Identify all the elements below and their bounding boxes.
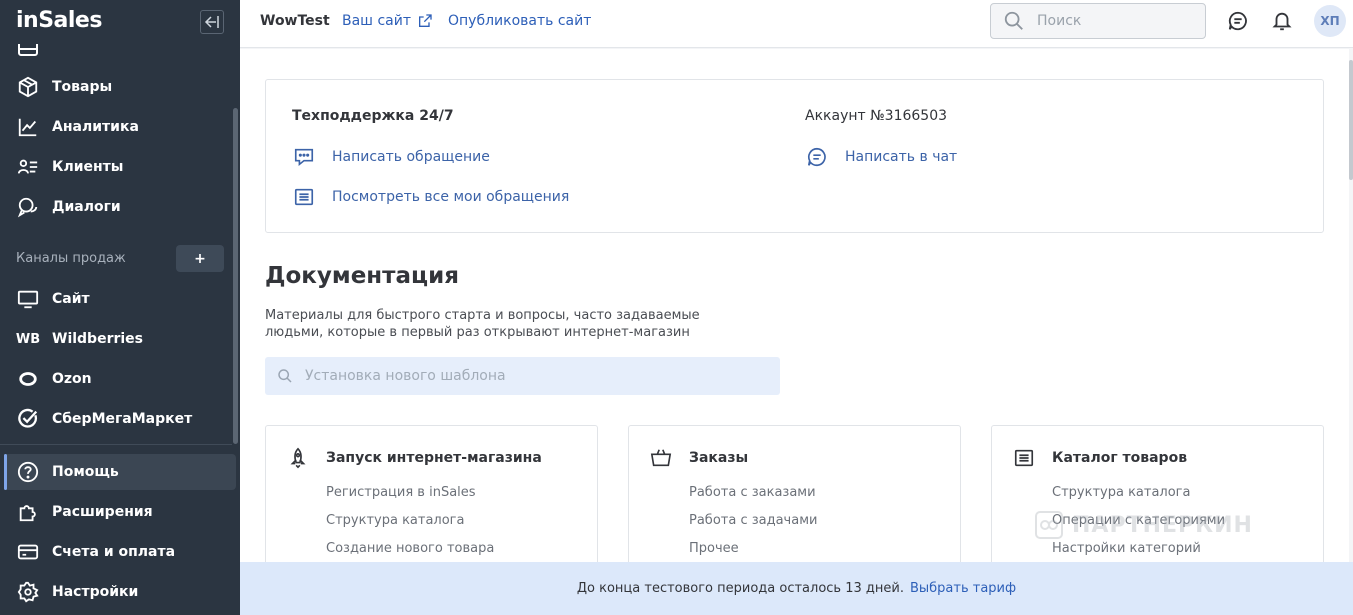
monitor-icon	[16, 287, 40, 311]
sidebar-item-dialogs[interactable]: Диалоги	[4, 189, 236, 225]
sidebar-scrollbar[interactable]	[233, 108, 238, 444]
your-site-label: Ваш сайт	[342, 13, 411, 29]
category-link[interactable]: Регистрация в inSales	[326, 485, 476, 500]
write-chat-link[interactable]: Написать в чат	[805, 145, 957, 169]
support-title: Техподдержка 24/7	[292, 108, 454, 124]
sidebar-item-label: Диалоги	[52, 199, 121, 215]
help-circle-icon	[16, 460, 40, 484]
sidebar-item-label: Аналитика	[52, 119, 139, 135]
category-title: Каталог товаров	[1052, 450, 1188, 466]
documentation-search[interactable]	[265, 357, 780, 395]
users-list-icon	[16, 155, 40, 179]
global-search[interactable]	[990, 3, 1206, 39]
sidebar-item-products[interactable]: Товары	[4, 69, 236, 105]
support-card: Техподдержка 24/7 Аккаунт №3166503 Напис…	[265, 79, 1324, 233]
puzzle-icon	[16, 500, 40, 524]
sidebar-item-label: Wildberries	[52, 331, 144, 347]
wildberries-icon: WB	[15, 331, 41, 347]
sidebar: inSales Товары Аналитика Клиенты Диалоги	[0, 0, 240, 615]
chart-line-icon	[16, 115, 40, 139]
sidebar-item-settings[interactable]: Настройки	[4, 574, 236, 610]
message-dots-icon	[292, 145, 316, 169]
view-tickets-link[interactable]: Посмотреть все мои обращения	[292, 185, 569, 209]
list-icon	[1012, 446, 1036, 470]
trial-banner: До конца тестового периода осталось 13 д…	[240, 562, 1353, 615]
sales-channels-label: Каналы продаж	[16, 251, 126, 266]
write-ticket-label: Написать обращение	[332, 149, 490, 165]
sidebar-item-label: Сайт	[52, 291, 90, 307]
sidebar-partial-item	[16, 44, 40, 56]
sidebar-item-wildberries[interactable]: WB Wildberries	[4, 321, 236, 357]
sidebar-item-label: СберМегаМаркет	[52, 411, 193, 427]
sidebar-item-ozon[interactable]: Ozon	[4, 361, 236, 397]
category-link[interactable]: Настройки категорий	[1052, 541, 1201, 556]
sidebar-item-label: Настройки	[52, 584, 139, 600]
sidebar-item-billing[interactable]: Счета и оплата	[4, 534, 236, 570]
sidebar-item-label: Помощь	[52, 464, 119, 480]
choose-plan-link[interactable]: Выбрать тариф	[910, 581, 1016, 596]
top-bar: WowTest Ваш сайт Опубликовать сайт ХП	[240, 0, 1353, 48]
sidebar-divider	[0, 444, 232, 445]
write-chat-label: Написать в чат	[845, 149, 958, 165]
sidebar-item-label: Ozon	[52, 371, 92, 387]
ozon-icon	[16, 367, 40, 391]
add-channel-button[interactable]: +	[176, 245, 224, 272]
category-link[interactable]: Структура каталога	[326, 513, 464, 528]
sidebar-item-extensions[interactable]: Расширения	[4, 494, 236, 530]
sidebar-item-clients[interactable]: Клиенты	[4, 149, 236, 185]
chat-circle-icon	[805, 145, 829, 169]
account-number: Аккаунт №3166503	[805, 108, 948, 124]
sidebar-item-sbermegamarket[interactable]: СберМегаМаркет	[4, 401, 236, 437]
rocket-icon	[286, 446, 310, 470]
watermark-logo-icon	[1034, 510, 1064, 540]
credit-card-icon	[16, 540, 40, 564]
main-scrollbar[interactable]	[1349, 60, 1353, 180]
view-tickets-label: Посмотреть все мои обращения	[332, 189, 570, 205]
your-site-link[interactable]: Ваш сайт	[342, 13, 433, 29]
category-title: Заказы	[689, 450, 749, 466]
search-icon	[1003, 10, 1025, 32]
write-ticket-link[interactable]: Написать обращение	[292, 145, 490, 169]
documentation-title: Документация	[265, 263, 459, 289]
search-icon	[277, 368, 293, 384]
messages-button[interactable]	[1226, 9, 1250, 33]
documentation-description: Материалы для быстрого старта и вопросы,…	[265, 308, 700, 340]
sidebar-item-site[interactable]: Сайт	[4, 281, 236, 317]
category-link[interactable]: Работа с заказами	[689, 485, 816, 500]
logo[interactable]: inSales	[16, 8, 102, 33]
sidebar-item-label: Клиенты	[52, 159, 124, 175]
store-name[interactable]: WowTest	[260, 13, 330, 29]
chat-bubbles-icon	[16, 195, 40, 219]
external-link-icon	[417, 13, 433, 29]
check-circle-icon	[16, 407, 40, 431]
basket-icon	[649, 446, 673, 470]
list-icon	[292, 185, 316, 209]
documentation-search-input[interactable]	[305, 368, 765, 384]
watermark-text: ПАРТНЕРКИН	[1072, 512, 1253, 538]
sidebar-item-label: Счета и оплата	[52, 544, 176, 560]
bell-icon	[1271, 10, 1293, 32]
sidebar-item-label: Товары	[52, 79, 113, 95]
collapse-sidebar-button[interactable]	[200, 10, 224, 34]
notifications-button[interactable]	[1270, 9, 1294, 33]
box-icon	[16, 75, 40, 99]
gear-icon	[16, 580, 40, 604]
user-avatar[interactable]: ХП	[1314, 5, 1346, 37]
arrow-left-icon	[204, 15, 220, 29]
category-link[interactable]: Работа с задачами	[689, 513, 817, 528]
trial-banner-text: До конца тестового периода осталось 13 д…	[576, 581, 904, 596]
chat-icon	[1227, 10, 1249, 32]
category-link[interactable]: Создание нового товара	[326, 541, 494, 556]
watermark: ПАРТНЕРКИН	[1034, 510, 1253, 540]
sidebar-item-label: Расширения	[52, 504, 153, 520]
sidebar-item-help[interactable]: Помощь	[4, 454, 236, 490]
category-link[interactable]: Структура каталога	[1052, 485, 1190, 500]
category-title: Запуск интернет-магазина	[326, 450, 542, 466]
publish-site-link[interactable]: Опубликовать сайт	[448, 13, 591, 29]
global-search-input[interactable]	[1037, 13, 1187, 29]
sidebar-item-analytics[interactable]: Аналитика	[4, 109, 236, 145]
category-link[interactable]: Прочее	[689, 541, 739, 556]
logo-row: inSales	[0, 0, 240, 44]
